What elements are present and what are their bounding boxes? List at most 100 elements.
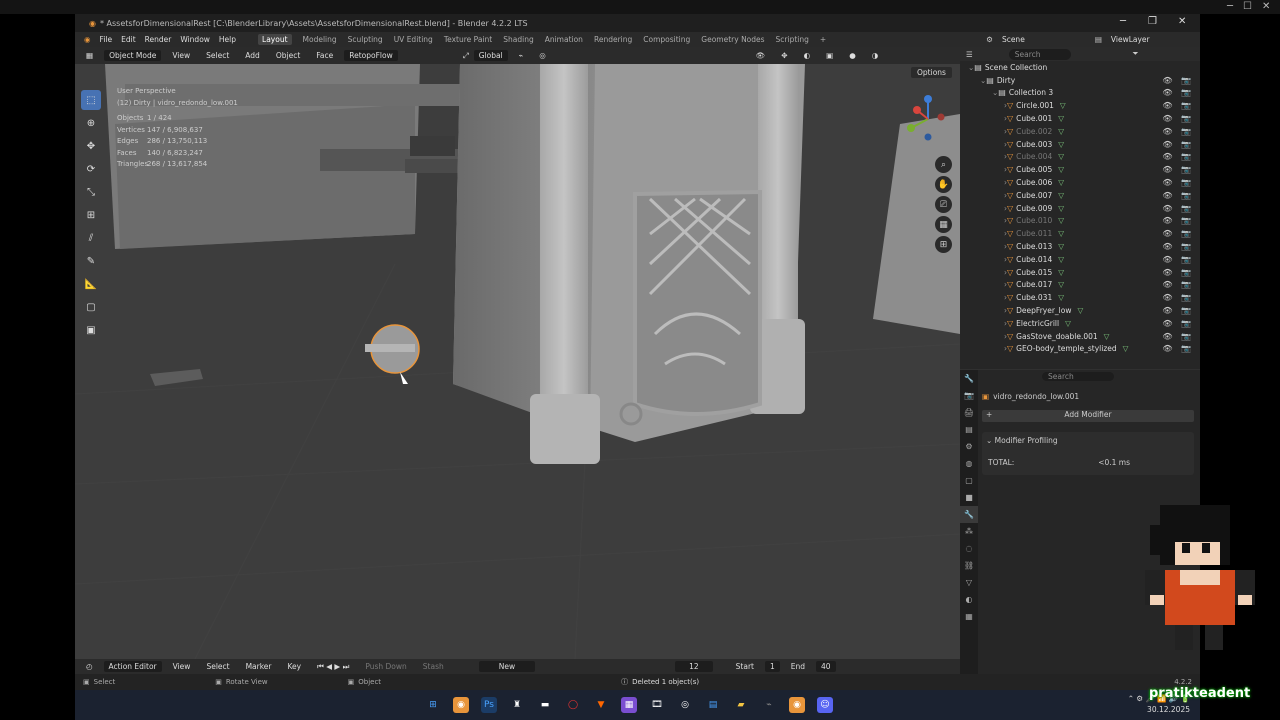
visibility-toggle-icon[interactable]: 👁 📷 — [1162, 204, 1194, 213]
particles-tab-icon[interactable]: ⁂ — [960, 523, 978, 540]
render-tab-icon[interactable]: 📷 — [960, 387, 978, 404]
proportional-edit-icon[interactable]: ◎ — [534, 50, 551, 61]
visibility-toggle-icon[interactable]: 👁 📷 — [1162, 332, 1194, 341]
app-taskbar-icon[interactable]: ▬ — [537, 697, 553, 713]
editor-type-icon[interactable]: ▦ — [81, 50, 98, 61]
media-icon[interactable]: 🎞 — [649, 697, 665, 713]
shading-material-icon[interactable]: ◑ — [867, 50, 884, 61]
menu-file[interactable]: File — [100, 35, 113, 44]
minimize-button[interactable]: ─ — [1120, 16, 1126, 27]
visibility-icon[interactable]: 👁 — [751, 50, 771, 61]
tab-scripting[interactable]: Scripting — [776, 35, 809, 44]
view-layer-tab-icon[interactable]: ▤ — [960, 421, 978, 438]
visibility-toggle-icon[interactable]: 👁 📷 — [1162, 140, 1194, 149]
visibility-toggle-icon[interactable]: 👁 📷 — [1162, 165, 1194, 174]
close-button[interactable]: ✕ — [1178, 16, 1186, 27]
move-tool-icon[interactable]: ✥ — [81, 136, 101, 156]
discord-icon[interactable]: ☺ — [817, 697, 833, 713]
outliner-editor-icon[interactable]: ☰ — [966, 50, 973, 59]
steam-icon[interactable]: ◎ — [677, 697, 693, 713]
physics-tab-icon[interactable]: ◌ — [960, 540, 978, 557]
dope-sheet-editor-icon[interactable]: ◴ — [81, 661, 98, 672]
menu-add[interactable]: Add — [240, 50, 265, 61]
menu-view[interactable]: View — [167, 50, 195, 61]
scene-selector[interactable]: Scene — [1002, 35, 1025, 44]
outliner-row[interactable]: › ▽ Cube.007 ▽ 👁 📷 — [960, 189, 1200, 202]
menu-render[interactable]: Render — [145, 35, 172, 44]
grid-view-icon[interactable]: ⊞ — [935, 236, 952, 253]
visibility-toggle-icon[interactable]: 👁 📷 — [1162, 344, 1194, 353]
video-editor-icon[interactable]: ▦ — [621, 697, 637, 713]
visibility-toggle-icon[interactable]: 👁 📷 — [1162, 216, 1194, 225]
visibility-toggle-icon[interactable]: 👁 📷 — [1162, 76, 1194, 85]
constraints-tab-icon[interactable]: ⛓ — [960, 557, 978, 574]
outliner-row[interactable]: ⌄ ▤ Collection 3 👁 📷 — [960, 87, 1200, 100]
cursor-tool-icon[interactable]: ⊕ — [81, 113, 101, 133]
outliner-row[interactable]: › ▽ Cube.005 ▽ 👁 📷 — [960, 163, 1200, 176]
measure-tool-icon[interactable]: 📐 — [81, 274, 101, 294]
3d-viewport[interactable]: User Perspective (12) Dirty | vidro_redo… — [75, 64, 960, 659]
visibility-toggle-icon[interactable]: 👁 📷 — [1162, 319, 1194, 328]
options-button[interactable]: Options — [911, 67, 952, 78]
visibility-toggle-icon[interactable]: 👁 📷 — [1162, 178, 1194, 187]
outliner-row[interactable]: › ▽ GasStove_doable.001 ▽ 👁 📷 — [960, 330, 1200, 343]
add-cube-tool-icon[interactable]: ▢ — [81, 297, 101, 317]
windows-start-icon[interactable]: ⊞ — [425, 697, 441, 713]
tab-uv-editing[interactable]: UV Editing — [394, 35, 433, 44]
material-tab-icon[interactable]: ◐ — [960, 591, 978, 608]
tab-sculpting[interactable]: Sculpting — [348, 35, 383, 44]
outliner-row[interactable]: › ▽ Circle.001 ▽ 👁 📷 — [960, 99, 1200, 112]
visibility-toggle-icon[interactable]: 👁 📷 — [1162, 229, 1194, 238]
add-modifier-button[interactable]: + Add Modifier — [982, 410, 1194, 422]
outliner-row[interactable]: › ▽ ElectricGrill ▽ 👁 📷 — [960, 317, 1200, 330]
panel-header[interactable]: ⌄ Modifier Profiling — [986, 436, 1190, 448]
tab-rendering[interactable]: Rendering — [594, 35, 632, 44]
file-explorer-icon[interactable]: ▰ — [733, 697, 749, 713]
push-down-button[interactable]: Push Down — [360, 661, 411, 672]
outer-close-button[interactable]: ✕ — [1262, 1, 1270, 12]
tab-shading[interactable]: Shading — [503, 35, 533, 44]
visibility-toggle-icon[interactable]: 👁 📷 — [1162, 191, 1194, 200]
filter-icon[interactable]: ⏷ — [1133, 49, 1139, 59]
overlay-icon[interactable]: ◐ — [799, 50, 816, 61]
tool-tab-icon[interactable]: 🔧 — [960, 370, 978, 387]
tab-compositing[interactable]: Compositing — [643, 35, 690, 44]
visibility-toggle-icon[interactable]: 👁 📷 — [1162, 127, 1194, 136]
properties-search-input[interactable]: Search — [1042, 371, 1114, 381]
new-action-button[interactable]: New — [478, 661, 536, 672]
visibility-toggle-icon[interactable]: 👁 📷 — [1162, 255, 1194, 264]
xray-icon[interactable]: ▣ — [821, 50, 838, 61]
maximize-button[interactable]: ❐ — [1148, 16, 1157, 27]
visibility-toggle-icon[interactable]: 👁 📷 — [1162, 293, 1194, 302]
menu-select[interactable]: Select — [201, 50, 234, 61]
menu-help[interactable]: Help — [219, 35, 236, 44]
outliner-row[interactable]: › ▽ Cube.002 ▽ 👁 📷 — [960, 125, 1200, 138]
annotate-tool-icon[interactable]: ✎ — [81, 251, 101, 271]
outliner-row[interactable]: › ▽ Cube.006 ▽ 👁 📷 — [960, 176, 1200, 189]
outer-maximize-button[interactable]: ☐ — [1243, 1, 1252, 12]
visibility-toggle-icon[interactable]: 👁 📷 — [1162, 242, 1194, 251]
visibility-toggle-icon[interactable]: 👁 📷 — [1162, 152, 1194, 161]
brave-icon[interactable]: ▼ — [593, 697, 609, 713]
outliner-row[interactable]: › ▽ Cube.017 ▽ 👁 📷 — [960, 279, 1200, 292]
gizmo-icon[interactable]: ✥ — [776, 50, 792, 61]
outliner-row[interactable]: › ▽ Cube.031 ▽ 👁 📷 — [960, 291, 1200, 304]
visibility-toggle-icon[interactable]: 👁 📷 — [1162, 101, 1194, 110]
current-frame-field[interactable]: 12 — [675, 661, 713, 672]
timeline-view-menu[interactable]: View — [168, 661, 196, 672]
outliner-row[interactable]: ⌄ ▤ Dirty 👁 📷 — [960, 74, 1200, 87]
tab-texture-paint[interactable]: Texture Paint — [444, 35, 492, 44]
data-tab-icon[interactable]: ▽ — [960, 574, 978, 591]
tab-modeling[interactable]: Modeling — [303, 35, 337, 44]
blender-active-icon[interactable]: ◉ — [789, 697, 805, 713]
scale-tool-icon[interactable]: ⤡ — [81, 182, 101, 202]
visibility-toggle-icon[interactable]: 👁 📷 — [1162, 280, 1194, 289]
snap-icon[interactable]: ⌁ — [514, 50, 529, 61]
rotate-tool-icon[interactable]: ⟳ — [81, 159, 101, 179]
timeline-select-menu[interactable]: Select — [201, 661, 234, 672]
viewlayer-selector[interactable]: ViewLayer — [1111, 35, 1150, 44]
output-tab-icon[interactable]: 🖨 — [960, 404, 978, 421]
shading-solid-icon[interactable]: ● — [844, 50, 861, 61]
action-editor-selector[interactable]: Action Editor — [103, 661, 162, 672]
visibility-toggle-icon[interactable]: 👁 📷 — [1162, 306, 1194, 315]
